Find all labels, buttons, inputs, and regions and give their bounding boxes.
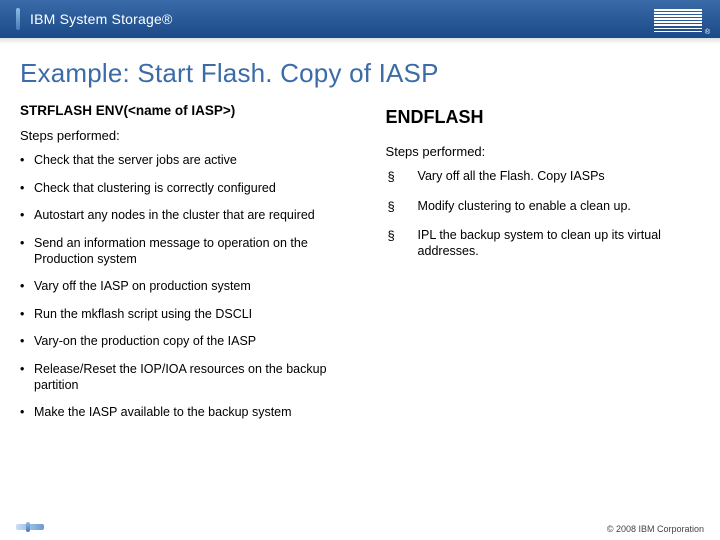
left-bullet-list: Check that the server jobs are active Ch… [20,153,368,421]
copyright: © 2008 IBM Corporation [607,524,704,534]
right-steps-label: Steps performed: [386,144,700,159]
strflash-command: STRFLASH ENV(<name of IASP>) [20,103,368,118]
list-item: Check that clustering is correctly confi… [20,181,368,197]
left-column: STRFLASH ENV(<name of IASP>) Steps perfo… [20,103,368,433]
list-item: Vary off the IASP on production system [20,279,368,295]
list-item: Check that the server jobs are active [20,153,368,169]
list-item: Run the mkflash script using the DSCLI [20,307,368,323]
list-item: Autostart any nodes in the cluster that … [20,208,368,224]
header-accent [16,8,20,30]
header-bar: IBM System Storage® ® [0,0,720,38]
list-item: IPL the backup system to clean up its vi… [386,228,700,259]
footer: © 2008 IBM Corporation [0,520,720,540]
ibm-logo: ® [654,9,702,32]
footer-accent [16,524,44,530]
endflash-command: ENDFLASH [386,107,700,128]
list-item: Send an information message to operation… [20,236,368,267]
list-item: Make the IASP available to the backup sy… [20,405,368,421]
list-item: Vary off all the Flash. Copy IASPs [386,169,700,185]
left-steps-label: Steps performed: [20,128,368,143]
product-name: IBM System Storage® [30,11,173,27]
slide-title: Example: Start Flash. Copy of IASP [0,44,720,97]
right-bullet-list: Vary off all the Flash. Copy IASPs Modif… [386,169,700,260]
list-item: Modify clustering to enable a clean up. [386,199,700,215]
list-item: Release/Reset the IOP/IOA resources on t… [20,362,368,393]
right-column: ENDFLASH Steps performed: Vary off all t… [386,103,700,433]
list-item: Vary-on the production copy of the IASP [20,334,368,350]
content-area: STRFLASH ENV(<name of IASP>) Steps perfo… [0,97,720,433]
